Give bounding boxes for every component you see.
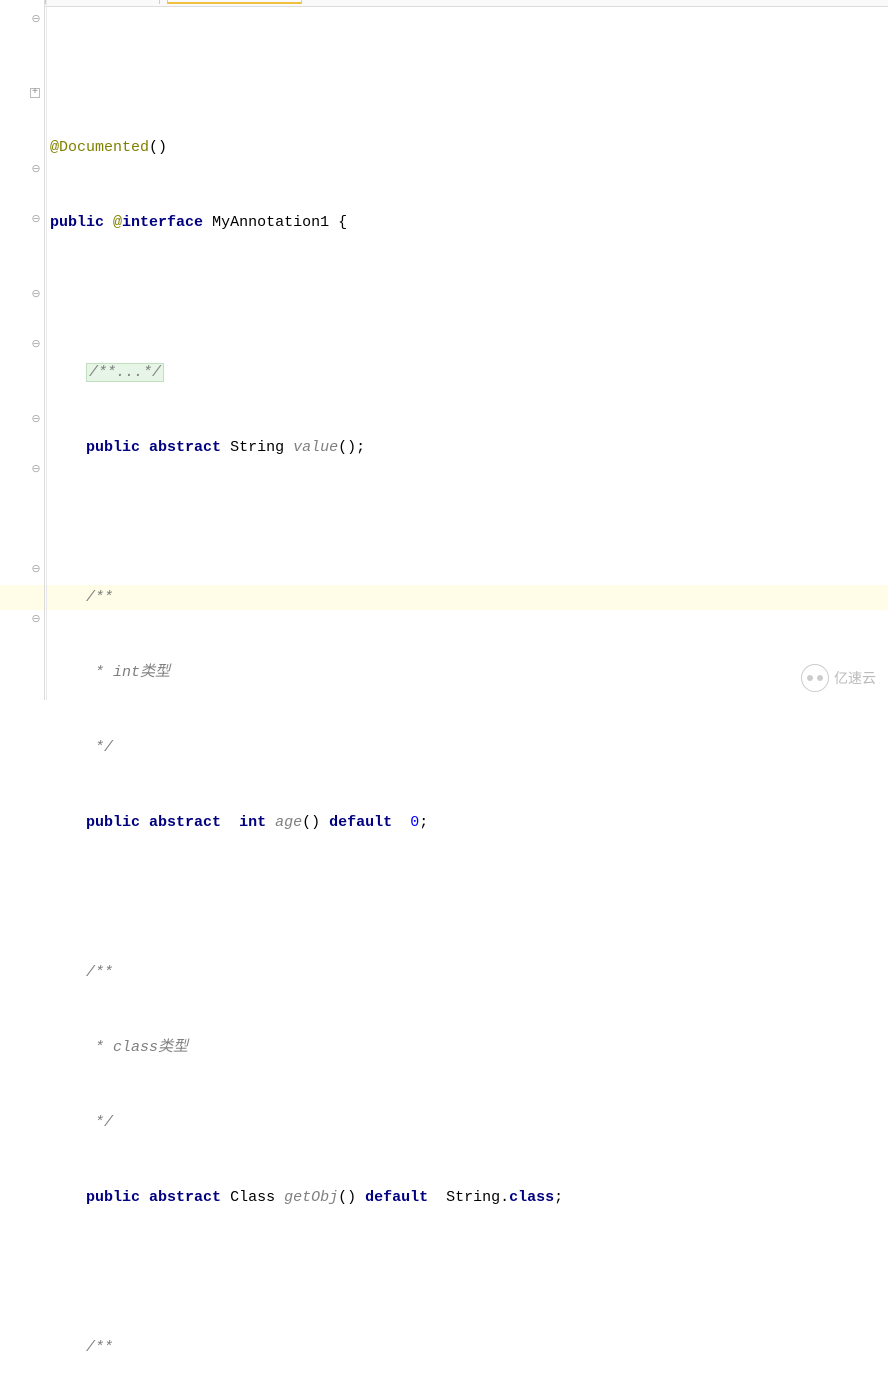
code-line (50, 1260, 888, 1285)
watermark: 亿速云 (801, 664, 876, 692)
fold-collapse-icon[interactable]: ⊖ (30, 413, 42, 425)
fold-collapse-icon[interactable]: ⊖ (30, 563, 42, 575)
code-line: */ (50, 1110, 888, 1135)
code-line: @Documented() (50, 135, 888, 160)
code-line: public abstract Class getObj() default S… (50, 1185, 888, 1210)
code-line: /** (50, 960, 888, 985)
code-line: public @interface MyAnnotation1 { (50, 210, 888, 235)
current-line-gutter-highlight (0, 585, 44, 610)
code-line (50, 885, 888, 910)
code-line: public abstract int age() default 0; (50, 810, 888, 835)
fold-collapse-icon[interactable]: ⊖ (30, 288, 42, 300)
fold-collapse-icon[interactable]: ⊖ (30, 213, 42, 225)
annotation: @Documented (50, 139, 149, 156)
code-line (50, 510, 888, 535)
folded-doc-comment[interactable]: /**...*/ (86, 363, 164, 382)
code-line: public abstract String value(); (50, 435, 888, 460)
watermark-logo-icon (801, 664, 829, 692)
code-editor: ⊖ + ⊖ ⊖ ⊖ ⊖ ⊖ ⊖ ⊖ ⊖ @Documented() public… (0, 0, 888, 700)
fold-collapse-icon[interactable]: ⊖ (30, 613, 42, 625)
editor-gutter[interactable]: ⊖ + ⊖ ⊖ ⊖ ⊖ ⊖ ⊖ ⊖ ⊖ (0, 0, 45, 700)
watermark-text: 亿速云 (834, 668, 876, 688)
code-line: /** (50, 585, 888, 610)
code-line: /**...*/ (50, 360, 888, 385)
code-line: * class类型 (50, 1035, 888, 1060)
code-line (50, 285, 888, 310)
code-line: */ (50, 735, 888, 760)
fold-collapse-icon[interactable]: ⊖ (30, 338, 42, 350)
fold-collapse-icon[interactable]: ⊖ (30, 463, 42, 475)
fold-collapse-icon[interactable]: ⊖ (30, 13, 42, 25)
indent-guide (46, 0, 47, 700)
fold-collapse-icon[interactable]: ⊖ (30, 163, 42, 175)
code-area[interactable]: @Documented() public @interface MyAnnota… (45, 0, 888, 700)
fold-expand-icon[interactable]: + (30, 88, 40, 98)
code-line: * int类型 (50, 660, 888, 685)
code-line: /** (50, 1335, 888, 1360)
